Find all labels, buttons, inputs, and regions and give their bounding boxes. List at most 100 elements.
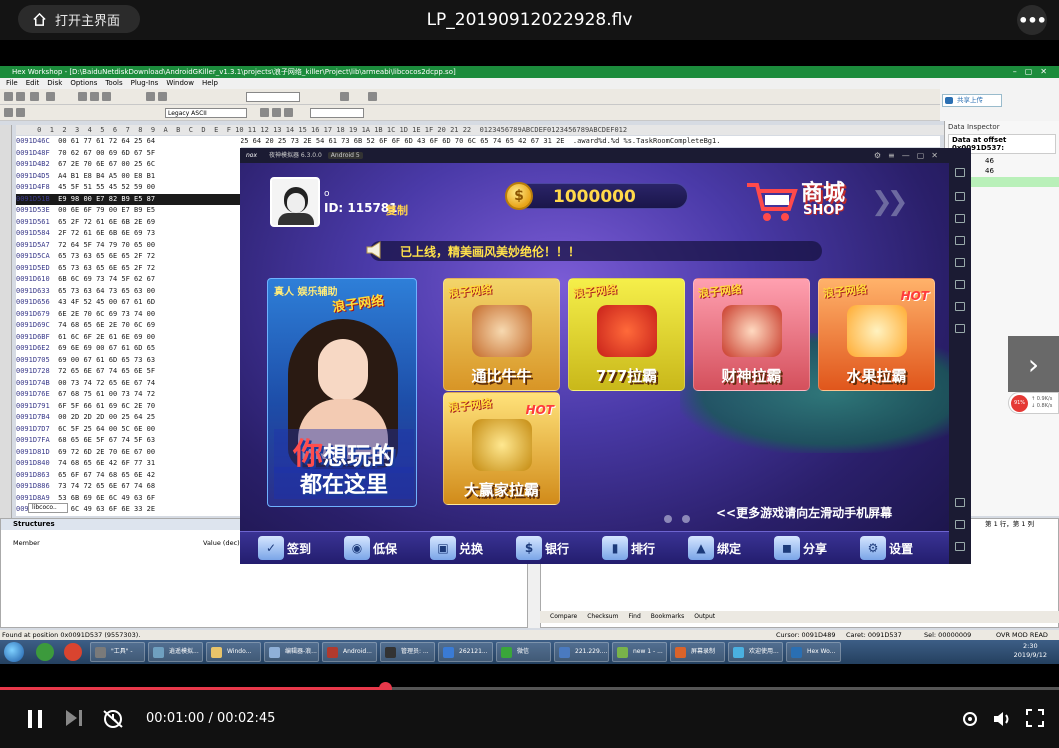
hex-row[interactable]: 0091D561 65 2F 72 61 6E 6B 2E 69 xyxy=(16,217,241,229)
nav-next-icon[interactable] xyxy=(284,108,293,117)
hex-row[interactable]: 0091D610 6B 6C 69 73 74 5F 62 67 xyxy=(16,274,241,286)
hex-bytes[interactable]: 6C 6C 49 63 6F 6E 33 2E xyxy=(58,505,155,513)
hex-row[interactable]: 0091D6E2 69 6E 69 00 67 61 6D 65 xyxy=(16,343,241,355)
game-tile-niuniu[interactable]: 浪子网络 通比牛牛 xyxy=(443,278,560,391)
hex-row[interactable]: 0091D8EF 63 6F 6E 33 2E 70 6E 67 xyxy=(16,516,241,517)
toolbar-combo-1[interactable] xyxy=(246,92,300,102)
next-video-button[interactable]: › xyxy=(1008,336,1059,392)
pause-icon[interactable] xyxy=(26,709,44,729)
hex-bytes[interactable]: 00 6E 6F 79 00 E7 B9 E5 xyxy=(58,206,155,214)
taskbar-item[interactable]: 管理员: ... xyxy=(380,642,435,662)
screen-icon[interactable] xyxy=(955,214,965,223)
hex-rows[interactable]: 0091D46C 00 61 77 61 72 64 25 64 0091D48F… xyxy=(16,136,241,516)
hex-bytes[interactable]: 72 65 6E 67 74 65 6E 5F xyxy=(58,367,155,375)
hex-row[interactable]: 0091D728 72 65 6E 67 74 65 6E 5F xyxy=(16,366,241,378)
hex-row[interactable]: 0091D5A7 72 64 5F 74 79 70 65 00 xyxy=(16,240,241,252)
taskbar-item[interactable]: 微信 xyxy=(496,642,551,662)
taskbar-item[interactable]: "工具" - xyxy=(90,642,145,662)
hex-row[interactable]: 0091D5ED 65 73 63 65 6E 65 2F 72 xyxy=(16,263,241,275)
fullscreen-icon[interactable] xyxy=(955,258,965,267)
emulator-window-controls[interactable]: ⚙≡—▢✕ xyxy=(874,148,945,163)
hex-row[interactable]: 0091D7B4 00 2D 2D 2D 00 25 64 25 xyxy=(16,412,241,424)
calculator-icon[interactable] xyxy=(340,92,349,101)
menu-item[interactable]: File xyxy=(6,79,18,87)
taskbar-item[interactable]: 262121... xyxy=(438,642,493,662)
nav-item[interactable]: ▮ 排行 xyxy=(602,534,655,562)
taskbar-item[interactable]: 屏幕录制 xyxy=(670,642,725,662)
nav-item[interactable]: ◼ 分享 xyxy=(774,534,827,562)
hex-bytes[interactable]: 73 74 72 65 6E 67 74 68 xyxy=(58,482,155,490)
open-icon[interactable] xyxy=(4,92,13,101)
hex-row[interactable]: 0091D840 74 68 65 6E 42 6F 77 31 xyxy=(16,458,241,470)
network-speed-widget[interactable]: 91% ↑ 0.9K/s ↓ 0.8K/s xyxy=(1008,392,1059,414)
output-tab[interactable]: Output xyxy=(694,613,715,620)
hex-row[interactable]: 0091D4D5 A4 B1 E8 B4 A5 00 E8 B1 xyxy=(16,171,241,183)
hex-row[interactable]: 0091D7D7 6C 5F 25 64 00 5C 6E 00 xyxy=(16,424,241,436)
hex-row[interactable]: 0091D74B 00 73 74 72 65 6E 67 74 xyxy=(16,378,241,390)
menu-item[interactable]: Window xyxy=(166,79,194,87)
hex-bytes[interactable]: 65 6F 67 74 68 65 6E 42 xyxy=(58,471,155,479)
home-nav-icon[interactable] xyxy=(955,520,965,529)
menu-item[interactable]: Help xyxy=(202,79,218,87)
page-dot[interactable] xyxy=(664,515,672,523)
output-tab[interactable]: Checksum xyxy=(587,613,618,620)
game-tile-caishen[interactable]: 浪子网络 财神拉霸 xyxy=(693,278,810,391)
output-tab[interactable]: Find xyxy=(628,613,640,620)
settings-icon[interactable] xyxy=(955,168,965,177)
hex-bytes[interactable]: 74 68 65 6E 2E 70 6C 69 xyxy=(58,321,155,329)
volume-up-icon[interactable] xyxy=(955,280,965,289)
hex-bytes[interactable]: 70 62 67 00 69 6D 67 5F xyxy=(58,149,155,157)
chrome-icon[interactable] xyxy=(64,643,82,661)
hex-bytes[interactable]: 6B 6C 69 73 74 5F 62 67 xyxy=(58,275,155,283)
hex-bytes[interactable]: 67 68 75 61 00 73 74 72 xyxy=(58,390,155,398)
fullscreen-toggle-icon[interactable] xyxy=(1026,709,1044,727)
hex-bytes[interactable]: 65 73 63 64 73 65 63 00 xyxy=(58,287,155,295)
hex-row[interactable]: 0091D46C 00 61 77 61 72 64 25 64 xyxy=(16,136,241,148)
copy-id-button[interactable]: 复制 xyxy=(386,202,408,218)
hex-bytes[interactable]: 67 2E 70 6E 67 00 25 6C xyxy=(58,160,155,168)
hex-row[interactable]: 0091D6BF 61 6C 6F 2E 61 6E 69 00 xyxy=(16,332,241,344)
hex-bytes[interactable]: E9 98 00 E7 82 B9 E5 87 xyxy=(58,195,155,203)
output-tab[interactable]: Compare xyxy=(550,613,577,620)
menu-item[interactable]: Disk xyxy=(47,79,62,87)
game-tile-bigwinner[interactable]: 浪子网络 HOT 大赢家拉霸 xyxy=(443,392,560,505)
hex-bytes[interactable]: A4 B1 E8 B4 A5 00 E8 B1 xyxy=(58,172,155,180)
hex-bytes[interactable]: 00 2D 2D 2D 00 25 64 25 xyxy=(58,413,155,421)
nav-item[interactable]: ▲ 绑定 xyxy=(688,534,741,562)
hex-row[interactable]: 0091D48F 70 62 67 00 69 6D 67 5F xyxy=(16,148,241,160)
taskbar-item[interactable]: Windo... xyxy=(206,642,261,662)
copy-icon[interactable] xyxy=(90,92,99,101)
shop-button[interactable]: 商城 SHOP ❯❯ xyxy=(745,173,925,231)
hex-bytes[interactable]: 61 6C 6F 2E 61 6E 69 00 xyxy=(58,333,155,341)
settings-gear-icon[interactable] xyxy=(960,709,980,729)
value-column-header[interactable]: Value (dec) xyxy=(203,539,240,547)
nav-prev-icon[interactable] xyxy=(272,108,281,117)
save-icon[interactable] xyxy=(16,92,25,101)
paste-icon[interactable] xyxy=(102,92,111,101)
hex-row[interactable]: 0091D51B E9 98 00 E7 82 B9 E5 87 xyxy=(16,193,241,205)
system-clock[interactable]: 2:30 2019/9/12 xyxy=(1014,642,1047,660)
promo-banner[interactable]: 真人 娱乐辅助 浪子网络 你想玩的 都在这里 xyxy=(267,278,417,507)
screenshot-icon[interactable] xyxy=(955,192,965,201)
hex-row[interactable]: 0091D679 6E 2E 70 6C 69 73 74 00 xyxy=(16,309,241,321)
hex-bytes[interactable]: 53 6B 69 6E 6C 49 63 6F xyxy=(58,494,155,502)
hex-bytes[interactable]: 45 5F 51 55 45 52 59 00 xyxy=(58,183,155,191)
loop-timer-icon[interactable] xyxy=(102,709,124,729)
game-tile-777[interactable]: 浪子网络 777拉霸 xyxy=(568,278,685,391)
hex-bytes[interactable]: 43 4F 52 45 00 67 61 6D xyxy=(58,298,155,306)
hex-bytes[interactable]: 00 73 74 72 65 6E 67 74 xyxy=(58,379,155,387)
nav-item[interactable]: $ 银行 xyxy=(516,534,569,562)
hex-row[interactable]: 0091D584 2F 72 61 6E 6B 6E 69 73 xyxy=(16,228,241,240)
taskbar-item[interactable]: Android... xyxy=(322,642,377,662)
hex-row[interactable]: 0091D69C 74 68 65 6E 2E 70 6C 69 xyxy=(16,320,241,332)
taskbar-item[interactable]: Hex Wo... xyxy=(786,642,841,662)
pencil-icon[interactable] xyxy=(4,108,13,117)
taskbar-item[interactable]: 逍遥模拟... xyxy=(148,642,203,662)
hex-row[interactable]: 0091D4F8 45 5F 51 55 45 52 59 00 xyxy=(16,182,241,194)
game-tile-fruit[interactable]: 浪子网络 HOT 水果拉霸 xyxy=(818,278,935,391)
hex-row[interactable]: 0091D705 69 00 67 61 6D 65 73 63 xyxy=(16,355,241,367)
hex-bytes[interactable]: 65 73 63 65 6E 65 2F 72 xyxy=(58,264,155,272)
taskbar-item[interactable]: 编辑器-浪... xyxy=(264,642,319,662)
hex-bytes[interactable]: 65 2F 72 61 6E 6B 2E 69 xyxy=(58,218,155,226)
toolbar-combo-2[interactable] xyxy=(310,108,364,118)
